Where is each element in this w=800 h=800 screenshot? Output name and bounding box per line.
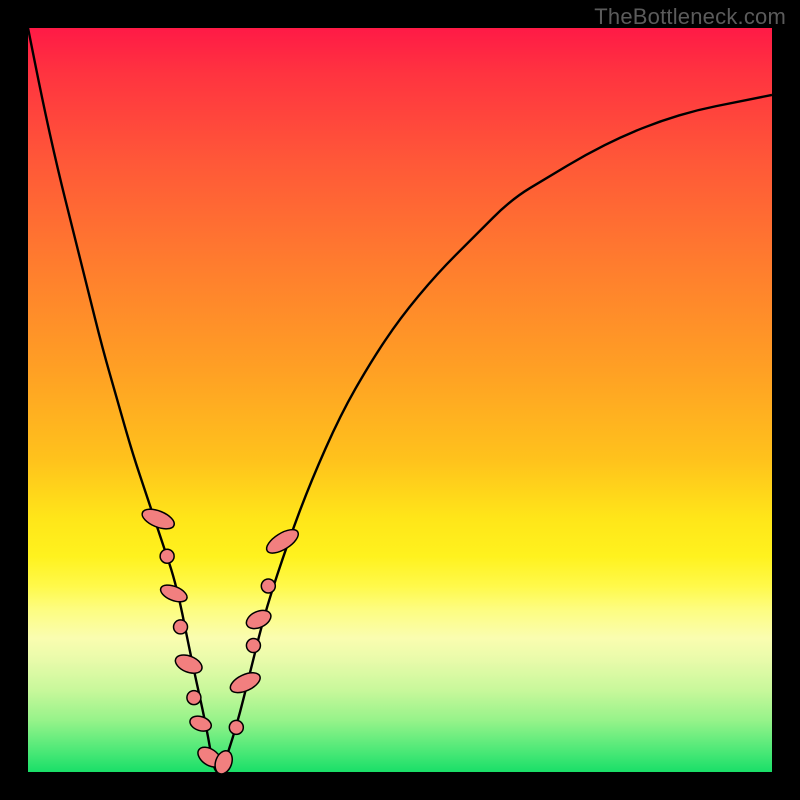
data-marker: [158, 582, 189, 605]
data-marker: [261, 579, 275, 593]
curve-path: [28, 28, 772, 772]
data-marker: [174, 620, 188, 634]
data-marker: [243, 607, 273, 632]
chart-frame: TheBottleneck.com: [0, 0, 800, 800]
chart-plot-area: [28, 28, 772, 772]
data-marker: [246, 639, 260, 653]
bottleneck-curve: [28, 28, 772, 772]
watermark-text: TheBottleneck.com: [594, 4, 786, 30]
data-marker: [188, 714, 213, 734]
chart-svg: [28, 28, 772, 772]
data-marker: [263, 525, 302, 558]
data-marker: [187, 691, 201, 705]
data-marker: [160, 549, 174, 563]
data-marker: [229, 720, 243, 734]
data-marker: [173, 651, 205, 676]
